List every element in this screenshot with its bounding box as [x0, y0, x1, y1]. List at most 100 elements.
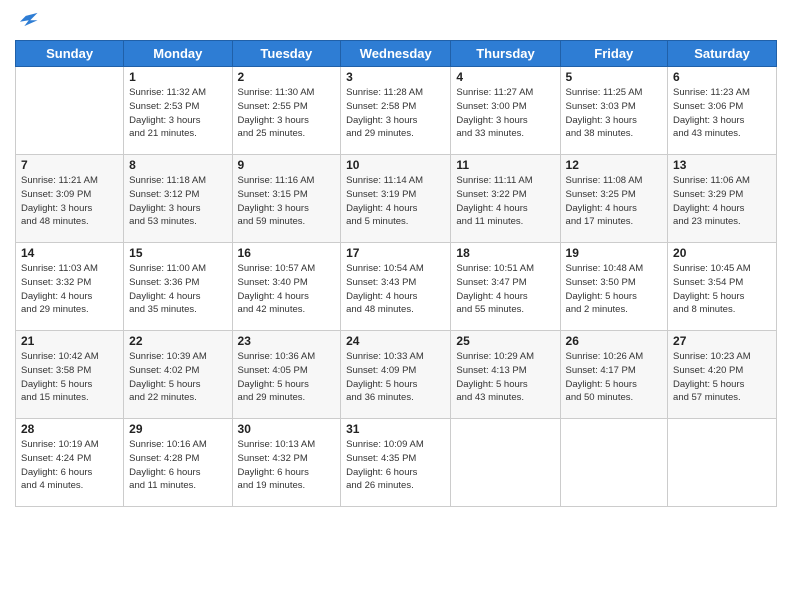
calendar-week-row: 14 Sunrise: 11:03 AM Sunset: 3:32 PM Dayl…: [16, 243, 777, 331]
day-info: Sunrise: 11:06 AM Sunset: 3:29 PM Daylig…: [673, 174, 771, 229]
day-number: 19: [566, 246, 663, 260]
day-number: 6: [673, 70, 771, 84]
calendar-cell: 4Sunrise: 11:27 AM Sunset: 3:00 PM Dayli…: [451, 67, 560, 155]
weekday-header-cell: Tuesday: [232, 41, 341, 67]
day-info: Sunrise: 10:29 AM Sunset: 4:13 PM Daylig…: [456, 350, 554, 405]
calendar-cell: 20 Sunrise: 10:45 AM Sunset: 3:54 PM Dayl…: [668, 243, 777, 331]
calendar-cell: 7Sunrise: 11:21 AM Sunset: 3:09 PM Dayli…: [16, 155, 124, 243]
day-info: Sunrise: 11:11 AM Sunset: 3:22 PM Daylig…: [456, 174, 554, 229]
day-info: Sunrise: 11:03 AM Sunset: 3:32 PM Daylig…: [21, 262, 118, 317]
calendar-cell: 10 Sunrise: 11:14 AM Sunset: 3:19 PM Dayl…: [341, 155, 451, 243]
day-info: Sunrise: 11:30 AM Sunset: 2:55 PM Daylig…: [238, 86, 336, 141]
calendar-page: SundayMondayTuesdayWednesdayThursdayFrid…: [0, 0, 792, 612]
day-info: Sunrise: 10:36 AM Sunset: 4:05 PM Daylig…: [238, 350, 336, 405]
calendar-cell: 12 Sunrise: 11:08 AM Sunset: 3:25 PM Dayl…: [560, 155, 668, 243]
calendar-cell: 17 Sunrise: 10:54 AM Sunset: 3:43 PM Dayl…: [341, 243, 451, 331]
day-number: 22: [129, 334, 226, 348]
calendar-cell: 22 Sunrise: 10:39 AM Sunset: 4:02 PM Dayl…: [124, 331, 232, 419]
day-number: 9: [238, 158, 336, 172]
day-number: 7: [21, 158, 118, 172]
calendar-cell: 30 Sunrise: 10:13 AM Sunset: 4:32 PM Dayl…: [232, 419, 341, 507]
day-info: Sunrise: 10:26 AM Sunset: 4:17 PM Daylig…: [566, 350, 663, 405]
day-info: Sunrise: 11:32 AM Sunset: 2:53 PM Daylig…: [129, 86, 226, 141]
day-info: Sunrise: 10:09 AM Sunset: 4:35 PM Daylig…: [346, 438, 445, 493]
day-info: Sunrise: 11:14 AM Sunset: 3:19 PM Daylig…: [346, 174, 445, 229]
weekday-header-cell: Friday: [560, 41, 668, 67]
day-number: 17: [346, 246, 445, 260]
calendar-cell: 14 Sunrise: 11:03 AM Sunset: 3:32 PM Dayl…: [16, 243, 124, 331]
weekday-header-cell: Sunday: [16, 41, 124, 67]
day-number: 30: [238, 422, 336, 436]
calendar-cell: 25 Sunrise: 10:29 AM Sunset: 4:13 PM Dayl…: [451, 331, 560, 419]
calendar-week-row: 7Sunrise: 11:21 AM Sunset: 3:09 PM Dayli…: [16, 155, 777, 243]
day-info: Sunrise: 11:16 AM Sunset: 3:15 PM Daylig…: [238, 174, 336, 229]
calendar-cell: [560, 419, 668, 507]
day-number: 8: [129, 158, 226, 172]
day-info: Sunrise: 11:18 AM Sunset: 3:12 PM Daylig…: [129, 174, 226, 229]
logo: [15, 10, 39, 32]
calendar-cell: 27Sunrise: 10:23 AM Sunset: 4:20 PM Dayl…: [668, 331, 777, 419]
day-number: 2: [238, 70, 336, 84]
calendar-cell: [668, 419, 777, 507]
day-info: Sunrise: 10:48 AM Sunset: 3:50 PM Daylig…: [566, 262, 663, 317]
day-info: Sunrise: 11:08 AM Sunset: 3:25 PM Daylig…: [566, 174, 663, 229]
day-number: 24: [346, 334, 445, 348]
day-number: 11: [456, 158, 554, 172]
day-number: 26: [566, 334, 663, 348]
calendar-cell: 2 Sunrise: 11:30 AM Sunset: 2:55 PM Dayli…: [232, 67, 341, 155]
weekday-header-row: SundayMondayTuesdayWednesdayThursdayFrid…: [16, 41, 777, 67]
calendar-cell: 6 Sunrise: 11:23 AM Sunset: 3:06 PM Dayli…: [668, 67, 777, 155]
calendar-cell: 1 Sunrise: 11:32 AM Sunset: 2:53 PM Dayli…: [124, 67, 232, 155]
day-info: Sunrise: 10:19 AM Sunset: 4:24 PM Daylig…: [21, 438, 118, 493]
calendar-week-row: 1 Sunrise: 11:32 AM Sunset: 2:53 PM Dayli…: [16, 67, 777, 155]
calendar-table: SundayMondayTuesdayWednesdayThursdayFrid…: [15, 40, 777, 507]
logo-bird-icon: [17, 10, 39, 32]
weekday-header-cell: Saturday: [668, 41, 777, 67]
day-info: Sunrise: 10:33 AM Sunset: 4:09 PM Daylig…: [346, 350, 445, 405]
day-info: Sunrise: 10:54 AM Sunset: 3:43 PM Daylig…: [346, 262, 445, 317]
calendar-cell: [16, 67, 124, 155]
calendar-cell: 26 Sunrise: 10:26 AM Sunset: 4:17 PM Dayl…: [560, 331, 668, 419]
day-number: 28: [21, 422, 118, 436]
header: [15, 10, 777, 32]
calendar-cell: [451, 419, 560, 507]
day-info: Sunrise: 11:27 AM Sunset: 3:00 PM Daylig…: [456, 86, 554, 141]
day-info: Sunrise: 11:25 AM Sunset: 3:03 PM Daylig…: [566, 86, 663, 141]
day-info: Sunrise: 11:00 AM Sunset: 3:36 PM Daylig…: [129, 262, 226, 317]
calendar-cell: 28 Sunrise: 10:19 AM Sunset: 4:24 PM Dayl…: [16, 419, 124, 507]
day-number: 21: [21, 334, 118, 348]
day-number: 29: [129, 422, 226, 436]
calendar-cell: 19 Sunrise: 10:48 AM Sunset: 3:50 PM Dayl…: [560, 243, 668, 331]
day-info: Sunrise: 10:16 AM Sunset: 4:28 PM Daylig…: [129, 438, 226, 493]
calendar-cell: 18Sunrise: 10:51 AM Sunset: 3:47 PM Dayl…: [451, 243, 560, 331]
day-info: Sunrise: 11:23 AM Sunset: 3:06 PM Daylig…: [673, 86, 771, 141]
calendar-cell: 16Sunrise: 10:57 AM Sunset: 3:40 PM Dayl…: [232, 243, 341, 331]
calendar-cell: 8 Sunrise: 11:18 AM Sunset: 3:12 PM Dayli…: [124, 155, 232, 243]
weekday-header-cell: Wednesday: [341, 41, 451, 67]
day-number: 31: [346, 422, 445, 436]
calendar-cell: 24 Sunrise: 10:33 AM Sunset: 4:09 PM Dayl…: [341, 331, 451, 419]
calendar-cell: 9 Sunrise: 11:16 AM Sunset: 3:15 PM Dayli…: [232, 155, 341, 243]
calendar-week-row: 28 Sunrise: 10:19 AM Sunset: 4:24 PM Dayl…: [16, 419, 777, 507]
day-info: Sunrise: 10:42 AM Sunset: 3:58 PM Daylig…: [21, 350, 118, 405]
day-number: 10: [346, 158, 445, 172]
calendar-cell: 3 Sunrise: 11:28 AM Sunset: 2:58 PM Dayli…: [341, 67, 451, 155]
day-info: Sunrise: 10:13 AM Sunset: 4:32 PM Daylig…: [238, 438, 336, 493]
day-info: Sunrise: 11:28 AM Sunset: 2:58 PM Daylig…: [346, 86, 445, 141]
day-number: 12: [566, 158, 663, 172]
day-number: 25: [456, 334, 554, 348]
calendar-cell: 11 Sunrise: 11:11 AM Sunset: 3:22 PM Dayl…: [451, 155, 560, 243]
calendar-cell: 5Sunrise: 11:25 AM Sunset: 3:03 PM Dayli…: [560, 67, 668, 155]
day-number: 1: [129, 70, 226, 84]
weekday-header-cell: Thursday: [451, 41, 560, 67]
calendar-cell: 13Sunrise: 11:06 AM Sunset: 3:29 PM Dayl…: [668, 155, 777, 243]
day-info: Sunrise: 10:57 AM Sunset: 3:40 PM Daylig…: [238, 262, 336, 317]
day-number: 14: [21, 246, 118, 260]
day-info: Sunrise: 10:45 AM Sunset: 3:54 PM Daylig…: [673, 262, 771, 317]
calendar-cell: 31 Sunrise: 10:09 AM Sunset: 4:35 PM Dayl…: [341, 419, 451, 507]
day-info: Sunrise: 10:51 AM Sunset: 3:47 PM Daylig…: [456, 262, 554, 317]
day-number: 3: [346, 70, 445, 84]
calendar-week-row: 21 Sunrise: 10:42 AM Sunset: 3:58 PM Dayl…: [16, 331, 777, 419]
day-info: Sunrise: 10:39 AM Sunset: 4:02 PM Daylig…: [129, 350, 226, 405]
day-number: 20: [673, 246, 771, 260]
